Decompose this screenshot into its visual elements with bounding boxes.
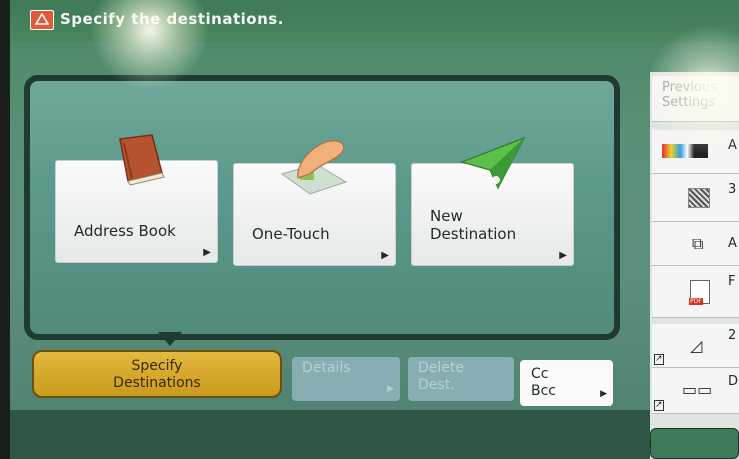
chevron-right-icon: ▶ bbox=[600, 389, 607, 399]
pdf-icon: PDF bbox=[689, 280, 710, 305]
screen: Specify the destinations. Address Book ▶… bbox=[10, 0, 739, 459]
delete-dest-button[interactable]: Delete Dest. bbox=[408, 357, 514, 401]
tile-arrow-icon: ▶ bbox=[203, 247, 211, 258]
original-size-icon: ◿ bbox=[690, 336, 703, 355]
copy-mode-icon: ⧉ bbox=[692, 234, 704, 253]
duplex-button[interactable]: ↗ ▭▭ D bbox=[652, 368, 739, 414]
panel-pointer bbox=[158, 332, 182, 346]
warning-icon bbox=[30, 10, 54, 30]
resolution-icon bbox=[688, 188, 710, 208]
previous-settings-button[interactable]: Previous Settings bbox=[652, 76, 739, 122]
resolution-button[interactable]: 3 bbox=[652, 174, 739, 222]
instruction-message: Specify the destinations. bbox=[60, 10, 284, 28]
original-size-button[interactable]: ↗ ◿ 2 bbox=[652, 324, 739, 368]
tile-arrow-icon: ▶ bbox=[381, 250, 389, 261]
chevron-right-icon: ▶ bbox=[387, 384, 394, 394]
paper-plane-icon bbox=[458, 134, 528, 198]
details-button[interactable]: Details ▶ bbox=[292, 357, 400, 401]
new-destination-button[interactable]: New Destination ▶ bbox=[411, 136, 574, 266]
file-format-button[interactable]: PDF F bbox=[652, 266, 739, 318]
address-book-label: Address Book bbox=[74, 222, 176, 240]
one-touch-label: One-Touch bbox=[252, 225, 330, 243]
expand-corner-icon: ↗ bbox=[654, 354, 664, 365]
color-mode-button[interactable]: A bbox=[652, 130, 739, 174]
address-book-button[interactable]: Address Book ▶ bbox=[55, 134, 218, 263]
settings-sidebar: Previous Settings A 3 ⧉ A PDF F ↗ ◿ 2 ↗ bbox=[650, 72, 739, 459]
color-mode-icon bbox=[662, 144, 708, 158]
one-touch-hand-icon bbox=[276, 134, 356, 204]
specify-destinations-tab[interactable]: Specify Destinations bbox=[32, 350, 282, 398]
duplex-icon: ▭▭ bbox=[682, 380, 713, 399]
cc-bcc-button[interactable]: Cc Bcc ▶ bbox=[520, 360, 613, 406]
top-bar: Specify the destinations. bbox=[10, 0, 739, 42]
expand-corner-icon: ↗ bbox=[654, 400, 664, 411]
bottom-right-button[interactable] bbox=[650, 428, 739, 459]
new-destination-label: New Destination bbox=[430, 207, 517, 243]
one-touch-button[interactable]: One-Touch ▶ bbox=[233, 140, 396, 266]
bottom-strip bbox=[10, 410, 739, 459]
tile-arrow-icon: ▶ bbox=[559, 250, 567, 261]
address-book-icon bbox=[106, 133, 168, 199]
copy-mode-button[interactable]: ⧉ A bbox=[652, 222, 739, 266]
